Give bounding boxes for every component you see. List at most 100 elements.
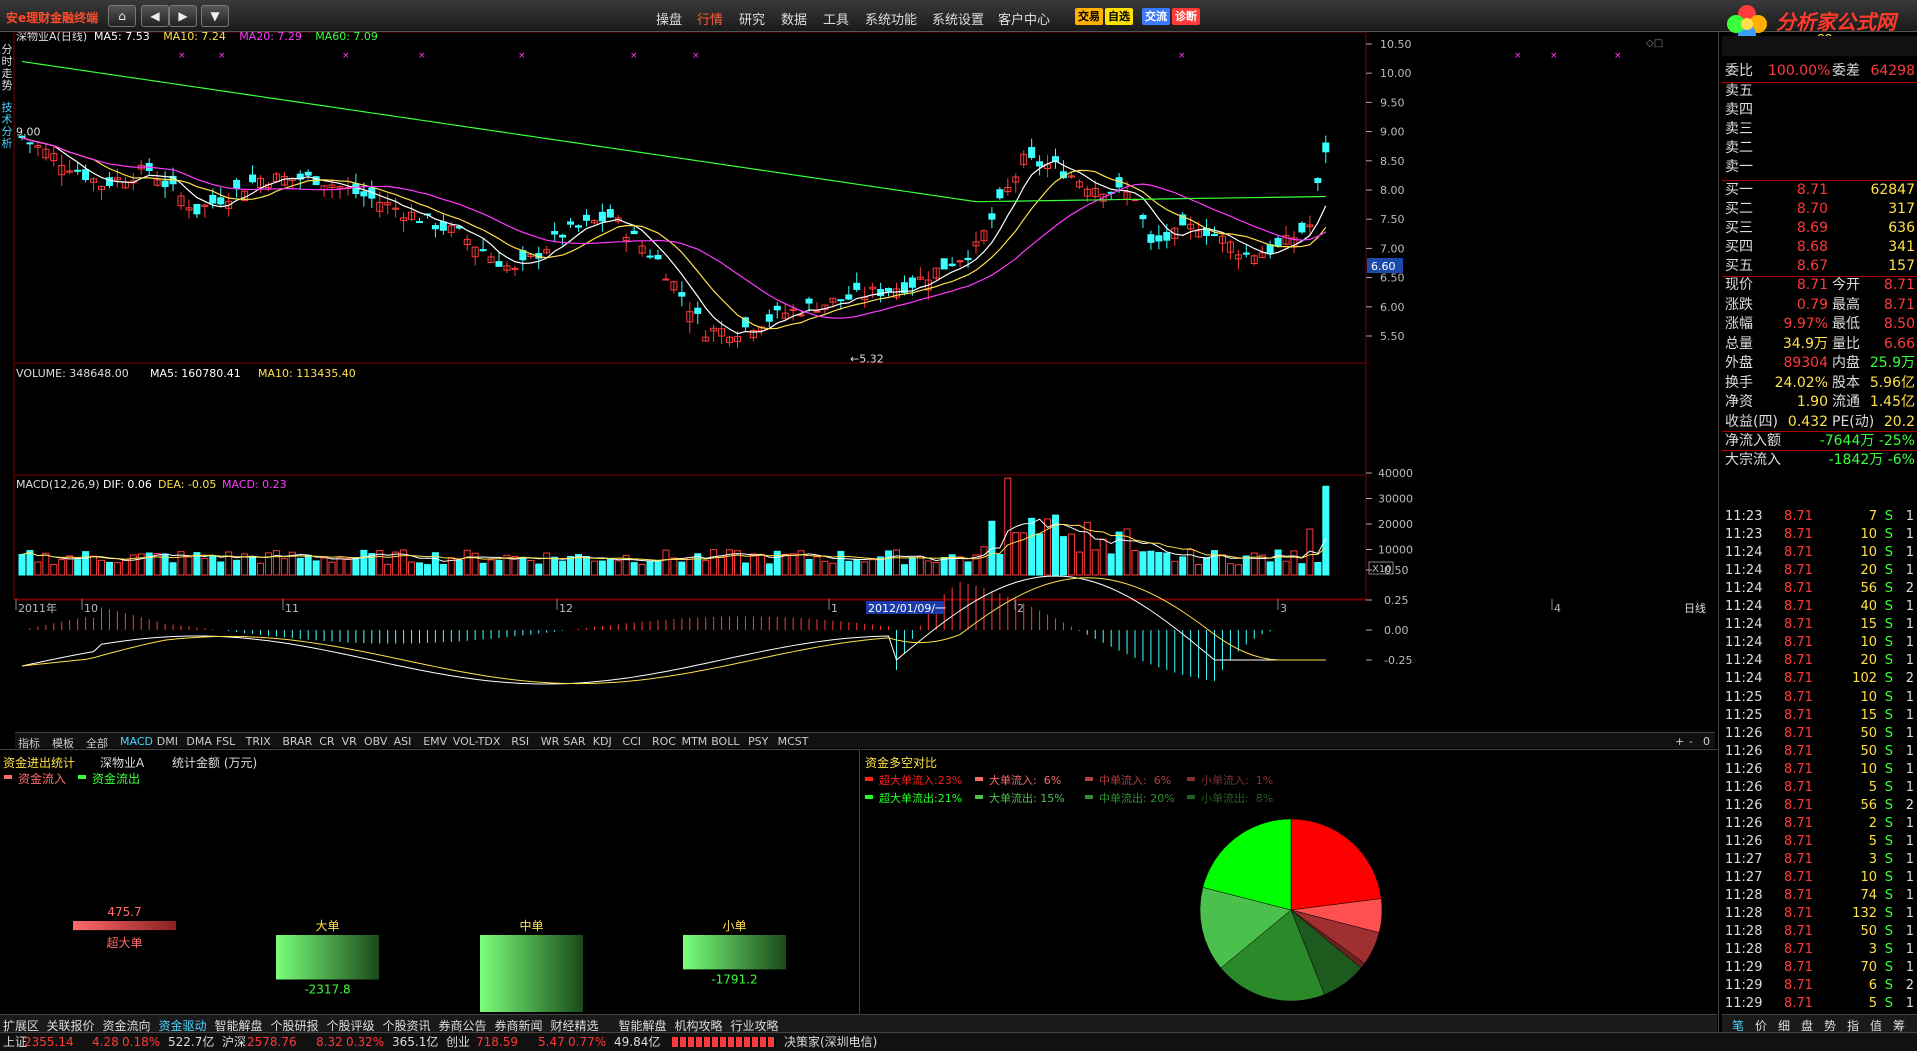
tick-price: 8.71 [1784,978,1813,994]
menu-caopan[interactable]: 操盘 [656,9,682,28]
indicator-cci[interactable]: CCI [622,735,641,748]
dropdown-icon[interactable]: ▼ [201,5,229,27]
stat-row-value2: 1.45亿 [1869,394,1915,410]
pie-legend-swatch [865,777,873,781]
menu-customer-center[interactable]: 客户中心 [998,9,1050,28]
indicator-vol-tdx[interactable]: VOL-TDX [453,735,501,748]
indicator-dma[interactable]: DMA [186,735,212,748]
volume-bar-up [185,556,193,576]
diagnosis-button[interactable]: 诊断 [1172,8,1200,25]
candle-down [431,225,439,230]
volume-bar-up [50,563,58,576]
watchlist-button[interactable]: 自选 [1105,8,1133,25]
volume-bar-down [940,557,948,576]
forward-icon[interactable]: ▶ [169,5,197,27]
pie-legend-swatch [1085,795,1093,799]
tick-volume: 20 [1860,653,1877,669]
pie-legend-swatch [865,795,873,799]
event-marker: × [218,51,226,61]
stat-row-value: 9.97% [1783,316,1828,332]
indicator-boll[interactable]: BOLL [711,735,739,748]
indicator-kdj[interactable]: KDJ [593,735,612,748]
status-item: 沪深 [222,1035,247,1049]
menu-gongju[interactable]: 工具 [823,9,849,28]
indicator-roc[interactable]: ROC [652,735,676,748]
volume-bar-down [805,558,813,576]
indicator-sar[interactable]: SAR [563,735,585,748]
volume-bar-down [1139,551,1147,576]
pie-legend-swatch [1187,777,1195,781]
indicator-wr[interactable]: WR [541,735,560,748]
volume-bar-up [471,552,479,576]
indicator-trix[interactable]: TRIX [246,735,271,748]
indicator-vr[interactable]: VR [342,735,357,748]
tick-side: S [1884,653,1893,669]
indicator-mtm[interactable]: MTM [682,735,708,748]
indicator-emv[interactable]: EMV [423,735,447,748]
menu-yanjiu[interactable]: 研究 [739,9,765,28]
tick-time: 11:28 [1725,942,1763,958]
menu-shuju[interactable]: 数据 [781,9,807,28]
menu-system-settings[interactable]: 系统设置 [932,9,984,28]
kline-chart[interactable]: 10.5010.009.509.008.508.007.507.006.506.… [0,32,1717,748]
volume-bar-down [455,559,463,576]
indicator-mcst[interactable]: MCST [778,735,809,748]
volume-bar-down [837,550,845,576]
tick-count: 1 [1905,815,1914,831]
indicator-control-2[interactable]: 0 [1703,735,1710,748]
fund-flow-stock: 深物业A [100,756,145,770]
indicator-fsl[interactable]: FSL [216,735,235,748]
tick-count: 1 [1905,906,1914,922]
candle-down [805,298,813,304]
volume-bar-up [1171,560,1179,576]
buy-level-1-value: 8.71 [1796,182,1828,198]
indicator-obv[interactable]: OBV [364,735,387,748]
dea-line [21,577,1326,685]
home-icon[interactable]: ⌂ [108,5,136,27]
price-axis-label: 5.50 [1380,330,1405,343]
indicator-control-0[interactable]: + [1675,735,1684,748]
buy-level-1-value2: 62847 [1870,182,1915,198]
stat-row-value2: 8.71 [1883,277,1915,293]
community-button[interactable]: 交流 [1142,8,1170,25]
indicator-macd[interactable]: MACD [120,735,153,748]
fund-flow-panel: 资金进出统计 深物业A 统计金额 (万元) 资金流入 资金流出 475.7 超大单… [0,749,860,1014]
tick-count: 1 [1905,996,1914,1012]
tick-side: S [1884,563,1893,579]
volume-bar-down [908,557,916,576]
status-item: 8.32 [316,1035,343,1049]
stat-row-label2: 最高 [1832,296,1860,313]
event-marker: × [692,51,700,61]
indicator-control-1[interactable]: - [1689,735,1693,748]
indicator-cr[interactable]: CR [319,735,334,748]
indicator-psy[interactable]: PSY [748,735,768,748]
menu-system-functions[interactable]: 系统功能 [865,9,917,28]
app-logo: 安e理财金融终端 [6,11,99,25]
trade-button[interactable]: 交易 [1075,8,1103,25]
volume-bar-up [384,563,392,576]
top-toolbar: 安e理财金融终端 ⌂ ◀ ▶ ▼ 操盘 行情 研究 数据 工具 系统功能 系统设… [0,0,1917,46]
back-icon[interactable]: ◀ [141,5,169,27]
volume-axis-label: 40000 [1378,467,1413,480]
buy-level-3-label: 买三 [1725,220,1753,236]
indicator-dmi[interactable]: DMI [157,735,178,748]
candle-down [1155,235,1163,242]
candle-down [1139,214,1147,220]
indicator-brar[interactable]: BRAR [282,735,312,748]
candle-down [1274,237,1282,247]
volume-bar-up [463,549,471,576]
date-label: 2 [1017,602,1024,615]
indicator-asi[interactable]: ASI [394,735,412,748]
quote-separator [1722,276,1917,277]
tick-time: 11:27 [1725,851,1763,867]
volume-bar-up [113,562,121,576]
quote-separator [1722,450,1917,451]
status-item: 522.7亿 [168,1035,215,1049]
menu-hangqing[interactable]: 行情 [697,9,723,28]
stat-row: 涨幅 9.97% 最低 8.50 [1722,315,1917,334]
stat-row-value2: 5.96亿 [1869,374,1915,391]
volume-bar-down [606,558,614,576]
indicator-rsi[interactable]: RSI [511,735,529,748]
tick-volume: 5 [1868,833,1877,849]
volume-bar-up [757,553,765,576]
